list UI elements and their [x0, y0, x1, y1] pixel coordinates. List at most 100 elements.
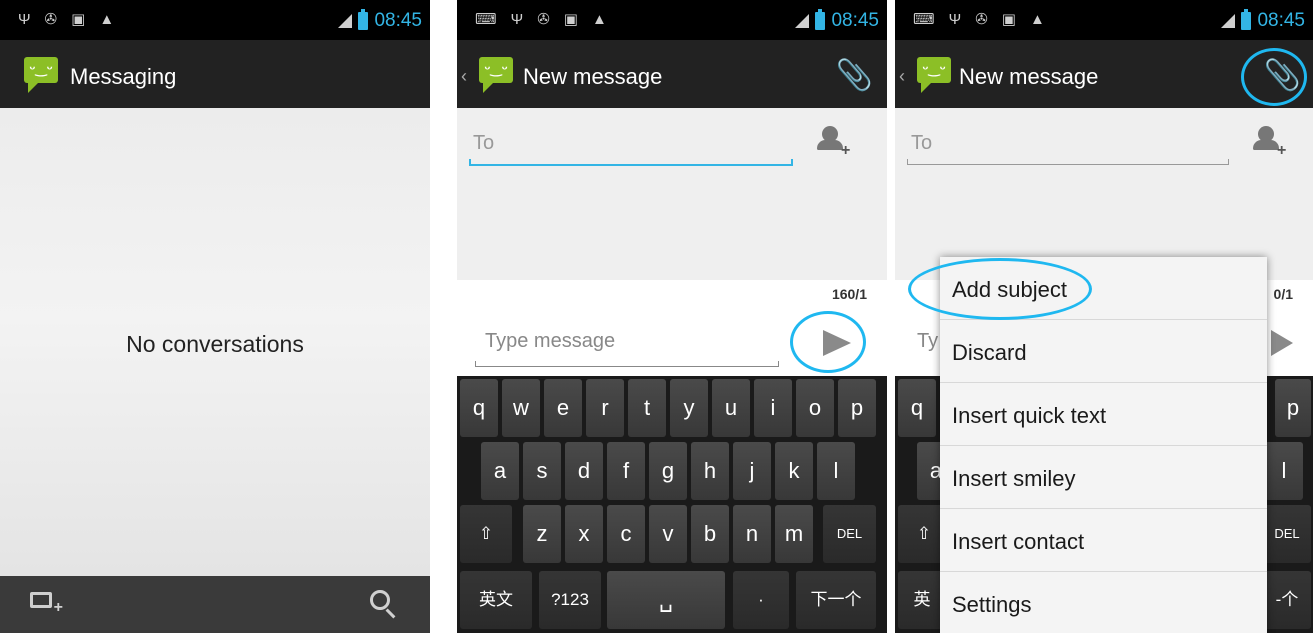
delete-key[interactable]: DEL	[1263, 505, 1311, 563]
language-key[interactable]: 英文	[460, 571, 532, 629]
recipient-underline	[469, 159, 793, 166]
menu-item-insert-contact[interactable]: Insert contact	[940, 509, 1267, 572]
status-time: 08:45	[831, 10, 879, 31]
key-e[interactable]: e	[544, 379, 582, 437]
empty-state-text: No conversations	[126, 331, 304, 357]
char-counter: 0/1	[1273, 286, 1293, 302]
page-title: New message	[959, 64, 1099, 89]
key-w[interactable]: w	[502, 379, 540, 437]
key-x[interactable]: x	[565, 505, 603, 563]
status-bar: Ψ ✇ ▣ ▲ 08:45	[0, 0, 430, 40]
bottom-bar	[0, 576, 430, 633]
page-title: Messaging	[70, 64, 177, 89]
key-c[interactable]: c	[607, 505, 645, 563]
recipient-underline	[907, 159, 1229, 165]
usb-icon: Ψ	[18, 11, 31, 28]
add-contact-icon[interactable]: +	[1253, 126, 1286, 159]
symbols-key[interactable]: ?123	[539, 571, 601, 629]
send-highlight-circle	[790, 311, 866, 373]
recipient-input[interactable]: To	[469, 132, 793, 166]
key-g[interactable]: g	[649, 442, 687, 500]
back-chevron-icon[interactable]: ‹	[899, 66, 905, 87]
key-u[interactable]: u	[712, 379, 750, 437]
battery-icon	[358, 9, 369, 30]
key-b[interactable]: b	[691, 505, 729, 563]
page-title: New message	[523, 64, 663, 89]
shift-key[interactable]: ⇧	[460, 505, 512, 563]
key-q[interactable]: q	[460, 379, 498, 437]
menu-item-insert-smiley[interactable]: Insert smiley	[940, 446, 1267, 509]
next-key[interactable]: -个	[1263, 571, 1311, 629]
key-q[interactable]: q	[898, 379, 936, 437]
key-p[interactable]: p	[1275, 379, 1311, 437]
back-chevron-icon[interactable]: ‹	[461, 66, 467, 87]
new-message-screen: ⌨ Ψ ✇ ▣ ▲ 08:45 ‹ ᵕ‿ᵕ New message 📎 To +…	[457, 0, 887, 633]
key-t[interactable]: t	[628, 379, 666, 437]
key-s[interactable]: s	[523, 442, 561, 500]
signal-icon	[795, 14, 810, 28]
key-k[interactable]: k	[775, 442, 813, 500]
messaging-app-icon[interactable]: ᵕ‿ᵕ	[24, 57, 58, 93]
status-icons: ⌨ Ψ ✇ ▣ ▲	[475, 11, 607, 29]
key-p[interactable]: p	[838, 379, 876, 437]
picture-icon: ▣	[1001, 11, 1016, 28]
key-l[interactable]: l	[1265, 442, 1303, 500]
key-n[interactable]: n	[733, 505, 771, 563]
action-bar: ᵕ‿ᵕ Messaging	[0, 40, 430, 108]
key-o[interactable]: o	[796, 379, 834, 437]
menu-item-settings[interactable]: Settings	[940, 572, 1267, 633]
android-debug-icon: ✇	[44, 11, 58, 28]
key-d[interactable]: d	[565, 442, 603, 500]
next-key[interactable]: 下一个	[796, 571, 876, 629]
key-r[interactable]: r	[586, 379, 624, 437]
search-icon[interactable]	[370, 590, 390, 610]
key-i[interactable]: i	[754, 379, 792, 437]
battery-icon	[1241, 9, 1252, 30]
compose-icon[interactable]	[30, 592, 63, 617]
send-icon[interactable]	[1271, 330, 1293, 356]
space-key[interactable]: ␣	[607, 571, 725, 629]
key-j[interactable]: j	[733, 442, 771, 500]
new-message-menu-screen: ⌨ Ψ ✇ ▣ ▲ 08:45 ‹ ᵕ‿ᵕ New message 📎 To +…	[895, 0, 1313, 633]
delete-key[interactable]: DEL	[823, 505, 876, 563]
status-time: 08:45	[374, 10, 422, 31]
add-contact-icon[interactable]: +	[817, 126, 850, 159]
menu-item-insert-quick-text[interactable]: Insert quick text	[940, 383, 1267, 446]
conversation-list: No conversations	[0, 108, 430, 576]
key-y[interactable]: y	[670, 379, 708, 437]
android-debug-icon: ✇	[975, 11, 988, 28]
menu-item-discard[interactable]: Discard	[940, 320, 1267, 383]
key-a[interactable]: a	[481, 442, 519, 500]
message-input[interactable]: Type message	[485, 330, 615, 353]
warning-icon: ▲	[1029, 11, 1045, 28]
warning-icon: ▲	[99, 11, 115, 28]
key-v[interactable]: v	[649, 505, 687, 563]
compose-area: To +	[895, 108, 1313, 280]
key-z[interactable]: z	[523, 505, 561, 563]
status-bar: ⌨ Ψ ✇ ▣ ▲ 08:45	[895, 0, 1313, 40]
warning-icon: ▲	[591, 11, 607, 28]
key-l[interactable]: l	[817, 442, 855, 500]
add-subject-highlight-circle	[908, 258, 1092, 320]
recipient-input[interactable]: To	[907, 132, 1231, 166]
key-f[interactable]: f	[607, 442, 645, 500]
messaging-app-icon[interactable]: ᵕ‿ᵕ	[917, 57, 951, 93]
attach-highlight-circle	[1241, 48, 1307, 106]
usb-icon: Ψ	[510, 11, 524, 28]
status-icons: Ψ ✇ ▣ ▲	[18, 11, 114, 29]
language-key[interactable]: 英	[898, 571, 946, 629]
signal-icon	[338, 14, 353, 28]
status-bar: ⌨ Ψ ✇ ▣ ▲ 08:45	[457, 0, 887, 40]
action-bar: ‹ ᵕ‿ᵕ New message 📎	[457, 40, 887, 108]
key-m[interactable]: m	[775, 505, 813, 563]
period-key[interactable]: ·	[733, 571, 789, 629]
key-h[interactable]: h	[691, 442, 729, 500]
android-debug-icon: ✇	[537, 11, 550, 28]
message-input[interactable]: Ty	[917, 330, 938, 353]
messaging-screen: Ψ ✇ ▣ ▲ 08:45 ᵕ‿ᵕ Messaging No conversat…	[0, 0, 430, 633]
messaging-app-icon[interactable]: ᵕ‿ᵕ	[479, 57, 513, 93]
attach-icon[interactable]: 📎	[836, 58, 873, 93]
usb-icon: Ψ	[948, 11, 962, 28]
compose-area: To +	[457, 108, 887, 280]
keyboard-icon: ⌨	[913, 11, 935, 28]
